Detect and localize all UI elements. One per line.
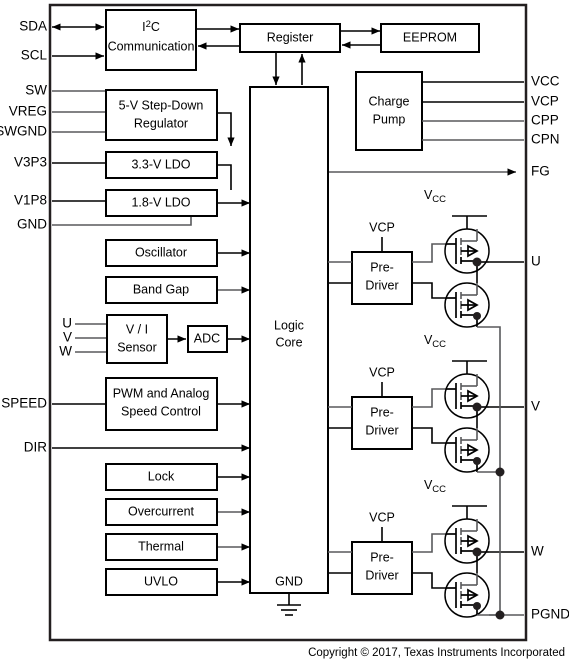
pin-label-out-w: W — [531, 544, 544, 559]
block-label-ldo-1v8: 1.8-V LDO — [131, 195, 190, 209]
pin-label-pgnd: PGND — [531, 607, 569, 622]
block-label-adc: ADC — [194, 331, 220, 345]
pin-label-fg: FG — [531, 164, 550, 179]
mosfet-high-side-v — [444, 373, 490, 419]
wire-ldo33-out — [218, 164, 232, 190]
pin-label-vreg: VREG — [9, 104, 47, 119]
block-label-uvlo: UVLO — [144, 574, 178, 588]
wire-predriver-u-to-hs-gate — [412, 243, 446, 263]
pin-label-dir: DIR — [24, 440, 48, 455]
mosfet-low-side-u — [444, 282, 490, 328]
supply-label-vcp-u: VCP — [369, 220, 395, 234]
functional-block-diagram: SDA SCL SW VREG SWGND V3P3 V1P8 GND SPEE… — [0, 3, 569, 642]
pin-label-cpp: CPP — [531, 113, 559, 128]
block-label-i2c: I2C — [142, 19, 160, 35]
ground-symbol — [277, 594, 301, 616]
block-label-logic-core-gnd: GND — [275, 574, 303, 588]
block-label-vi-sensor-line1: V / I — [126, 322, 148, 336]
supply-label-vcp-v: VCP — [369, 365, 395, 379]
wire-predriver-v-to-ls-gate — [412, 427, 446, 444]
supply-label-vcc-v: VCC — [424, 333, 446, 349]
supply-label-vcp-w: VCP — [369, 510, 395, 524]
block-label-step-down-line1: 5-V Step-Down — [119, 98, 204, 112]
wire-predriver-w-to-hs-gate — [412, 533, 446, 553]
wire-predriver-u-to-ls-gate — [412, 282, 446, 299]
pin-label-scl: SCL — [21, 48, 48, 63]
block-label-pwm-line1: PWM and Analog — [113, 386, 210, 400]
wire-predriver-w-to-ls-gate — [412, 572, 446, 589]
block-label-lock: Lock — [148, 469, 175, 483]
mosfet-high-side-w — [444, 518, 490, 564]
block-label-predriver-w-line1: Pre- — [370, 550, 394, 564]
mosfet-low-side-v — [444, 427, 490, 473]
block-label-predriver-v-line1: Pre- — [370, 405, 394, 419]
pin-label-sense-w: W — [59, 344, 72, 359]
block-label-logic-core-line1: Logic — [274, 318, 304, 332]
block-label-register: Register — [267, 30, 314, 44]
block-label-band-gap: Band Gap — [133, 282, 189, 296]
pin-label-sense-u: U — [62, 316, 72, 331]
pin-label-v3p3: V3P3 — [14, 155, 47, 170]
pin-label-sw: SW — [25, 83, 47, 98]
junction-dot-pgnd-w — [495, 610, 505, 620]
block-label-eeprom: EEPROM — [403, 30, 457, 44]
junction-dot-w — [472, 547, 482, 557]
block-label-ldo-3v3: 3.3-V LDO — [131, 157, 190, 171]
pin-label-speed: SPEED — [1, 396, 47, 411]
block-charge-pump[interactable] — [355, 71, 423, 151]
wire-stepdown-out — [218, 112, 235, 147]
supply-label-vcc-u: VCC — [424, 188, 446, 204]
copyright-notice: Copyright © 2017, Texas Instruments Inco… — [308, 647, 565, 659]
block-label-i2c-line2: Communication — [108, 39, 195, 53]
block-label-overcurrent: Overcurrent — [128, 504, 195, 518]
pin-label-cpn: CPN — [531, 132, 560, 147]
block-label-predriver-u-line1: Pre- — [370, 260, 394, 274]
block-diagram-root: SDA SCL SW VREG SWGND V3P3 V1P8 GND SPEE… — [0, 0, 569, 661]
junction-dot-u — [472, 257, 482, 267]
block-label-charge-pump-line1: Charge — [369, 94, 410, 108]
pin-label-out-v: V — [531, 399, 540, 414]
mosfet-high-side-u — [444, 228, 490, 274]
pin-label-vcp: VCP — [531, 94, 559, 109]
junction-dot-pgnd-v — [495, 467, 505, 477]
block-label-step-down-line2: Regulator — [134, 116, 188, 130]
block-label-predriver-w-line2: Driver — [365, 568, 398, 582]
block-label-charge-pump-line2: Pump — [373, 112, 406, 126]
mosfet-low-side-w — [444, 572, 490, 618]
junction-dot-v — [472, 402, 482, 412]
block-label-vi-sensor-line2: Sensor — [117, 340, 157, 354]
block-label-oscillator: Oscillator — [135, 245, 187, 259]
pin-label-swgnd: SWGND — [0, 124, 47, 139]
supply-label-vcc-w: VCC — [424, 478, 446, 494]
block-label-thermal: Thermal — [138, 539, 184, 553]
wire-predriver-v-to-hs-gate — [412, 388, 446, 408]
block-label-pwm-line2: Speed Control — [121, 404, 201, 418]
block-label-predriver-u-line2: Driver — [365, 278, 398, 292]
pin-label-out-u: U — [531, 254, 541, 269]
pin-label-vcc: VCC — [531, 74, 560, 89]
pin-label-sda: SDA — [19, 19, 47, 34]
block-label-predriver-v-line2: Driver — [365, 423, 398, 437]
pin-label-sense-v: V — [63, 330, 72, 345]
pin-label-gnd: GND — [17, 217, 47, 232]
pin-label-v1p8: V1P8 — [14, 193, 47, 208]
block-label-logic-core-line2: Core — [275, 335, 302, 349]
